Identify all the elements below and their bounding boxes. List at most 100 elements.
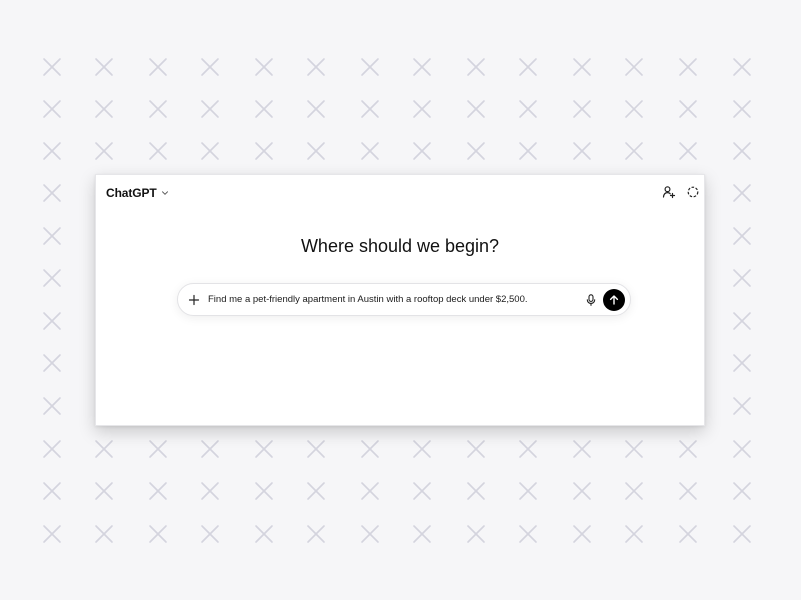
cross-mark [361,142,379,160]
cross-mark [43,58,61,76]
cross-mark [733,440,751,458]
cross-mark [43,354,61,372]
cross-mark [573,525,591,543]
cross-mark [95,525,113,543]
dashed-circle-icon[interactable] [686,185,700,199]
model-name: ChatGPT [106,186,157,200]
cross-mark [679,525,697,543]
cross-mark [413,525,431,543]
cross-mark [361,58,379,76]
cross-mark [43,100,61,118]
cross-mark [733,269,751,287]
cross-mark [733,227,751,245]
cross-mark [519,58,537,76]
cross-mark [149,58,167,76]
cross-mark [467,58,485,76]
cross-mark [201,440,219,458]
cross-mark [733,397,751,415]
cross-mark [733,312,751,330]
cross-mark [201,58,219,76]
send-button[interactable] [603,289,625,311]
cross-mark [467,525,485,543]
cross-mark [43,525,61,543]
cross-mark [361,482,379,500]
prompt-input[interactable]: Find me a pet-friendly apartment in Aust… [208,294,578,305]
model-selector[interactable]: ChatGPT [106,184,169,202]
cross-mark [733,354,751,372]
cross-mark [307,58,325,76]
cross-mark [43,142,61,160]
plus-icon[interactable] [187,293,201,307]
cross-mark [43,312,61,330]
cross-mark [149,440,167,458]
cross-mark [519,525,537,543]
prompt-composer: Find me a pet-friendly apartment in Aust… [177,283,631,316]
cross-mark [573,58,591,76]
cross-mark [255,58,273,76]
cross-mark [467,440,485,458]
cross-mark [413,58,431,76]
cross-mark [573,100,591,118]
cross-mark [201,482,219,500]
arrow-up-icon [609,295,619,305]
cross-mark [361,440,379,458]
cross-mark [255,440,273,458]
cross-mark [307,440,325,458]
cross-mark [307,142,325,160]
cross-mark [149,525,167,543]
chevron-down-icon [161,191,168,195]
cross-mark [307,100,325,118]
cross-mark [95,58,113,76]
cross-mark [679,482,697,500]
cross-mark [625,482,643,500]
cross-mark [733,184,751,202]
cross-mark [573,142,591,160]
cross-mark [519,142,537,160]
cross-mark [467,100,485,118]
cross-mark [625,440,643,458]
cross-mark [625,100,643,118]
top-bar: ChatGPT [96,175,704,209]
cross-mark [361,525,379,543]
cross-mark [679,58,697,76]
cross-mark [733,525,751,543]
cross-mark [95,142,113,160]
microphone-icon[interactable] [584,293,598,307]
cross-mark [467,142,485,160]
cross-mark [519,100,537,118]
cross-mark [733,58,751,76]
cross-mark [43,227,61,245]
cross-mark [625,525,643,543]
cross-mark [413,482,431,500]
cross-mark [519,440,537,458]
cross-mark [255,142,273,160]
add-person-icon[interactable] [662,185,676,199]
cross-mark [307,482,325,500]
cross-mark [95,100,113,118]
cross-mark [413,142,431,160]
cross-mark [733,482,751,500]
cross-mark [625,142,643,160]
cross-mark [413,440,431,458]
cross-mark [149,482,167,500]
cross-mark [519,482,537,500]
cross-mark [307,525,325,543]
cross-mark [413,100,431,118]
cross-mark [43,482,61,500]
cross-mark [43,184,61,202]
cross-mark [149,100,167,118]
cross-mark [255,100,273,118]
cross-mark [255,482,273,500]
cross-mark [201,142,219,160]
cross-mark [467,482,485,500]
cross-mark [573,482,591,500]
cross-mark [733,100,751,118]
cross-mark [95,440,113,458]
cross-mark [201,100,219,118]
cross-mark [43,397,61,415]
cross-mark [733,142,751,160]
cross-mark [361,100,379,118]
cross-mark [679,440,697,458]
cross-mark [201,525,219,543]
cross-mark [43,269,61,287]
